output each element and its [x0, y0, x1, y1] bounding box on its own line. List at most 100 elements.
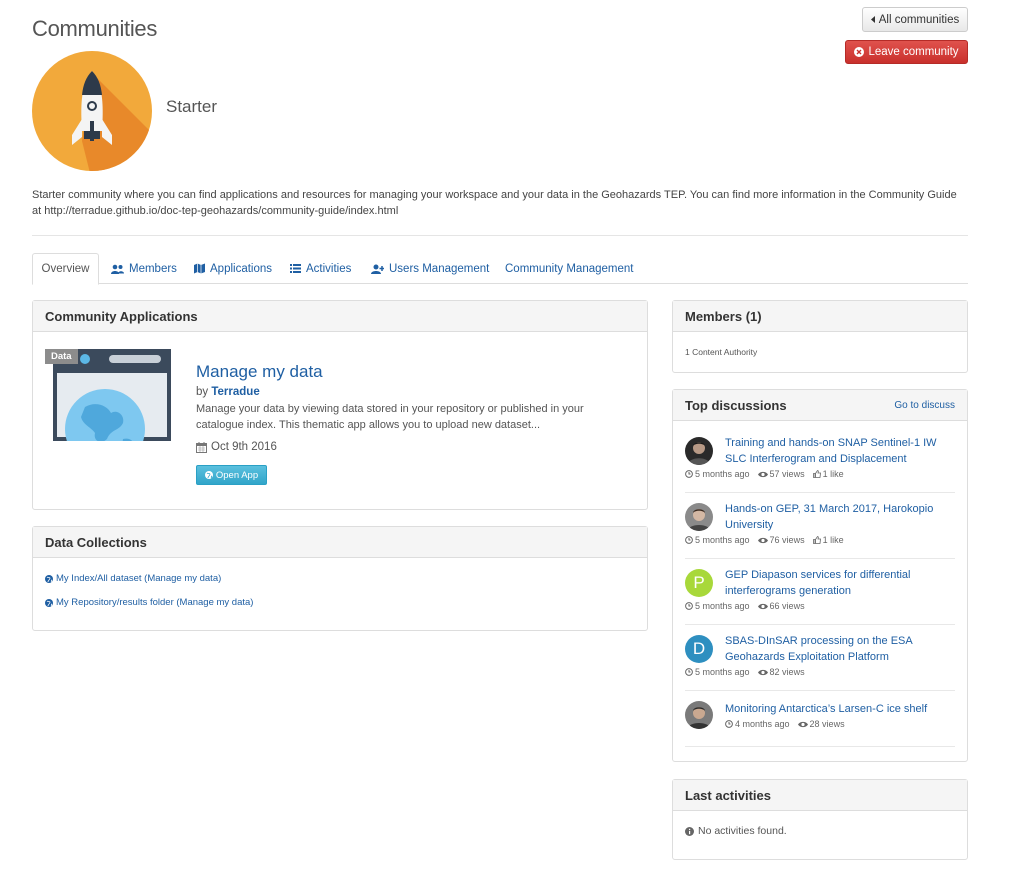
panel-heading: Community Applications: [33, 301, 647, 332]
go-to-discuss-link[interactable]: Go to discuss: [894, 400, 955, 411]
list-icon: [290, 264, 301, 273]
divider: [32, 235, 968, 236]
likes-text: 1 like: [822, 535, 844, 545]
thumbs-up-icon: [812, 536, 821, 544]
tab-label: Overview: [41, 263, 90, 275]
divider: [685, 624, 955, 625]
panel-title: Top discussions: [685, 397, 787, 413]
discussion-title-link[interactable]: GEP Diapason services for differential i…: [725, 567, 955, 599]
avatar: [685, 701, 713, 729]
user-plus-icon: [371, 264, 384, 274]
clock-icon: [685, 602, 693, 610]
globe-icon: [45, 574, 53, 583]
discussion-title-link[interactable]: Monitoring Antarctica’s Larsen-C ice she…: [725, 701, 955, 717]
panel-heading: Last activities: [673, 780, 967, 811]
tab-activities[interactable]: Activities: [280, 253, 361, 284]
time-text: 5 months ago: [695, 667, 750, 677]
discussion-meta: 5 months ago 57 views 1 like: [685, 469, 844, 479]
tab-label: Members: [129, 262, 177, 275]
views-text: 28 views: [809, 719, 845, 729]
panel-heading: Top discussions Go to discuss: [673, 390, 967, 421]
time: 5 months ago: [685, 667, 750, 677]
discussion-meta: 5 months ago 82 views: [685, 667, 805, 677]
panel-title: Members (1): [685, 308, 762, 324]
applications-panel: Community Applications Data Manage my da…: [32, 300, 648, 510]
info-circle-icon: [685, 826, 694, 836]
discussion-item: P GEP Diapason services for differential…: [685, 567, 955, 619]
time-text: 5 months ago: [695, 469, 750, 479]
link-label: My Index/All dataset (Manage my data): [56, 573, 222, 584]
data-collection-link[interactable]: My Index/All dataset (Manage my data): [45, 573, 221, 584]
likes: 1 like: [812, 469, 844, 479]
page-title: Communities: [32, 16, 158, 41]
likes-text: 1 like: [822, 469, 844, 479]
no-activities-text: No activities found.: [698, 825, 787, 837]
data-collection-link[interactable]: My Repository/results folder (Manage my …: [45, 597, 253, 608]
date-text: Oct 9th 2016: [211, 441, 277, 453]
clock-icon: [685, 470, 693, 478]
members-summary: 1 Content Authority: [685, 347, 758, 357]
time: 5 months ago: [685, 535, 750, 545]
divider: [685, 746, 955, 747]
community-logo: [32, 51, 152, 171]
discussion-item: Training and hands-on SNAP Sentinel-1 IW…: [685, 435, 955, 487]
globe-icon: [204, 471, 213, 479]
tab-label: Activities: [306, 262, 352, 275]
divider: [685, 690, 955, 691]
avatar: P: [685, 569, 713, 597]
data-badge: Data: [45, 349, 78, 364]
open-app-button[interactable]: Open App: [196, 465, 267, 485]
calendar-icon: [196, 441, 207, 453]
avatar: [685, 503, 713, 531]
time: 5 months ago: [685, 601, 750, 611]
time: 4 months ago: [725, 719, 790, 729]
tab-bar: Overview Members Applications Activities…: [32, 253, 968, 285]
thumbs-up-icon: [812, 470, 821, 478]
views-text: 66 views: [769, 601, 805, 611]
tab-members[interactable]: Members: [101, 253, 187, 284]
eye-icon: [757, 471, 768, 478]
divider: [685, 558, 955, 559]
discussion-title-link[interactable]: Hands-on GEP, 31 March 2017, Harokopio U…: [725, 501, 955, 533]
all-communities-label: All communities: [878, 13, 960, 26]
views: 28 views: [797, 719, 845, 729]
tab-overview[interactable]: Overview: [32, 253, 99, 285]
eye-icon: [757, 669, 768, 676]
app-thumbnail[interactable]: [45, 349, 171, 469]
views: 82 views: [757, 667, 805, 677]
divider: [685, 492, 955, 493]
time-text: 4 months ago: [735, 719, 790, 729]
app-author: by Terradue: [196, 386, 260, 398]
globe-icon: [45, 598, 53, 607]
clock-icon: [725, 720, 733, 728]
tab-applications[interactable]: Applications: [184, 253, 282, 284]
time-text: 5 months ago: [695, 535, 750, 545]
discussion-title-link[interactable]: Training and hands-on SNAP Sentinel-1 IW…: [725, 435, 955, 467]
panel-title: Data Collections: [45, 534, 147, 550]
author-link[interactable]: Terradue: [211, 386, 259, 398]
by-prefix: by: [196, 386, 209, 398]
panel-title: Last activities: [685, 787, 771, 803]
data-collections-panel: Data Collections My Index/All dataset (M…: [32, 526, 648, 631]
tab-community-management[interactable]: Community Management: [495, 253, 643, 284]
app-title-link[interactable]: Manage my data: [196, 362, 323, 382]
likes: 1 like: [812, 535, 844, 545]
eye-icon: [757, 603, 768, 610]
views: 66 views: [757, 601, 805, 611]
community-name: Starter: [166, 97, 218, 116]
tab-label: Community Management: [505, 262, 634, 275]
last-activities-panel: Last activities No activities found.: [672, 779, 968, 860]
tab-label: Users Management: [389, 262, 490, 275]
discussion-meta: 4 months ago 28 views: [725, 719, 845, 729]
discussion-meta: 5 months ago 66 views: [685, 601, 805, 611]
views-text: 82 views: [769, 667, 805, 677]
discussion-item: D SBAS-DInSAR processing on the ESA Geoh…: [685, 633, 955, 685]
leave-community-label: Leave community: [868, 46, 959, 58]
leave-community-button[interactable]: Leave community: [845, 40, 968, 64]
all-communities-button[interactable]: All communities: [862, 7, 968, 32]
open-app-label: Open App: [215, 469, 259, 481]
caret-left-icon: [870, 16, 876, 23]
link-label: My Repository/results folder (Manage my …: [56, 597, 254, 608]
discussion-title-link[interactable]: SBAS-DInSAR processing on the ESA Geohaz…: [725, 633, 955, 665]
tab-users-management[interactable]: Users Management: [361, 253, 499, 284]
